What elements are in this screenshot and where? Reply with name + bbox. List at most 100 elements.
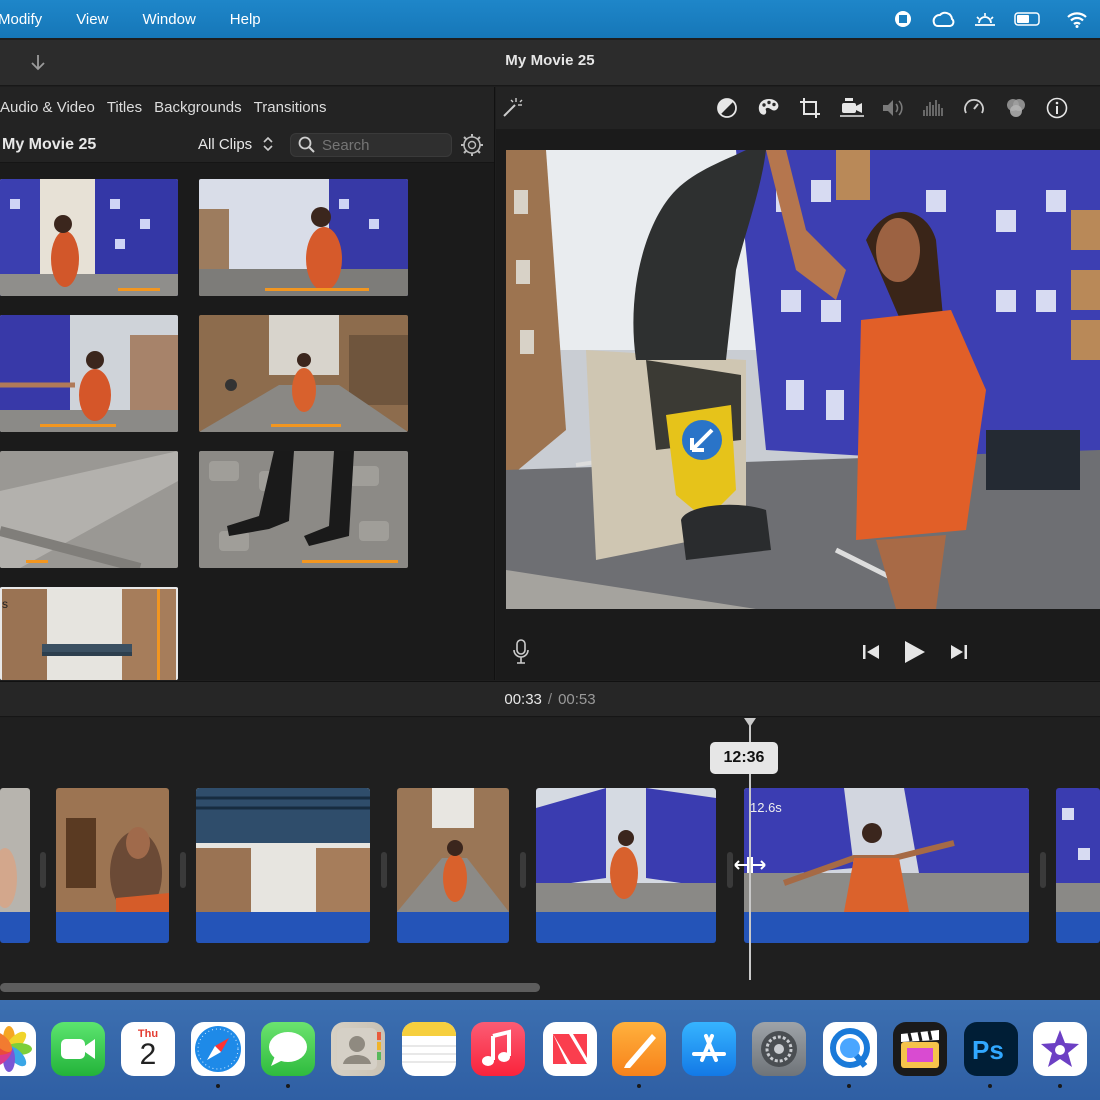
noise-reduction-icon[interactable]: [921, 96, 945, 120]
clip-filter-dropdown[interactable]: All Clips: [198, 136, 274, 153]
clip-thumbnail[interactable]: [199, 315, 408, 432]
volume-icon[interactable]: [880, 96, 904, 120]
used-range-bar: [302, 560, 398, 563]
clip-image: [0, 788, 30, 912]
dock-messages[interactable]: [261, 1022, 315, 1076]
timeline-clip[interactable]: [196, 788, 370, 943]
gear-icon[interactable]: [460, 133, 484, 157]
timeline-clip[interactable]: [536, 788, 716, 943]
timeline-clip[interactable]: [1056, 788, 1100, 943]
color-balance-icon[interactable]: [715, 96, 739, 120]
dock-contacts[interactable]: [331, 1022, 385, 1076]
browser-tabs: Audio & Video Titles Backgrounds Transit…: [0, 87, 494, 127]
screen-record-icon[interactable]: [890, 9, 916, 29]
magic-wand-icon[interactable]: [500, 96, 524, 120]
speed-icon[interactable]: [962, 96, 986, 120]
skip-forward-icon[interactable]: [948, 643, 968, 661]
dock-news[interactable]: [543, 1022, 597, 1076]
clip-image: [56, 788, 169, 912]
menu-modify[interactable]: Modify: [0, 11, 42, 28]
clip-image: [0, 451, 178, 568]
used-range-bar: [118, 288, 160, 291]
dock-facetime[interactable]: [51, 1022, 105, 1076]
running-indicator: [637, 1084, 641, 1088]
total-duration: 00:53: [558, 691, 596, 708]
wifi-icon[interactable]: [1064, 9, 1090, 29]
play-icon[interactable]: [902, 639, 928, 665]
app-store-icon: [692, 1034, 726, 1062]
microphone-icon[interactable]: [512, 639, 530, 665]
running-indicator: [286, 1084, 290, 1088]
dock-safari[interactable]: [191, 1022, 245, 1076]
battery-icon[interactable]: [1014, 9, 1040, 29]
transition-handle[interactable]: [180, 852, 186, 888]
clip-badge: s: [2, 597, 8, 611]
menu-window[interactable]: Window: [142, 11, 195, 28]
tab-audio-video[interactable]: Audio & Video: [0, 99, 95, 116]
speech-bubble-icon: [269, 1032, 307, 1066]
time-separator: /: [547, 691, 553, 708]
playhead-time-label: 12:36: [710, 742, 778, 774]
search-field[interactable]: [290, 133, 452, 157]
clip-thumbnail[interactable]: [0, 451, 178, 568]
color-correction-icon[interactable]: [756, 96, 780, 120]
clip-length-label: 12.6s: [750, 800, 782, 815]
window-title: My Movie 25: [505, 52, 595, 69]
dock-music[interactable]: [471, 1022, 525, 1076]
clip-image: [1056, 788, 1100, 912]
running-indicator: [847, 1084, 851, 1088]
dock-photos[interactable]: [0, 1022, 36, 1076]
video-preview[interactable]: [506, 150, 1100, 609]
timeline-clip[interactable]: [56, 788, 169, 943]
timeline[interactable]: 12.6s 12:36: [0, 718, 1100, 1000]
clip-filter-icon[interactable]: [1004, 96, 1028, 120]
library-name: My Movie 25: [2, 135, 97, 153]
skip-back-icon[interactable]: [862, 643, 882, 661]
tab-titles[interactable]: Titles: [107, 99, 142, 116]
transition-handle[interactable]: [40, 852, 46, 888]
menu-help[interactable]: Help: [230, 11, 261, 28]
timeline-clip[interactable]: [0, 788, 30, 943]
playhead-marker[interactable]: [744, 718, 756, 727]
audio-waveform: [397, 912, 509, 943]
clip-thumbnail[interactable]: s: [0, 587, 178, 680]
creative-cloud-icon[interactable]: [930, 9, 956, 29]
transition-handle[interactable]: [1040, 852, 1046, 888]
clip-thumbnail[interactable]: [199, 451, 408, 568]
dock-photoshop[interactable]: Ps: [964, 1022, 1018, 1076]
dock-imovie[interactable]: [1033, 1022, 1087, 1076]
dock-notes[interactable]: [402, 1022, 456, 1076]
clip-image: [744, 788, 1029, 912]
transition-handle[interactable]: [520, 852, 526, 888]
info-icon[interactable]: [1045, 96, 1069, 120]
menu-view[interactable]: View: [76, 11, 108, 28]
brightness-icon[interactable]: [972, 9, 998, 29]
timeline-clip-selected[interactable]: [744, 788, 1029, 943]
clip-image: [199, 315, 408, 432]
window-toolbar: My Movie 25: [0, 40, 1100, 86]
dock-calendar[interactable]: Thu 2: [121, 1022, 175, 1076]
photos-icon: [0, 1026, 32, 1072]
tab-transitions[interactable]: Transitions: [254, 99, 327, 116]
timeline-scrollbar[interactable]: [0, 983, 540, 992]
clip-image: [199, 179, 408, 296]
stabilization-icon[interactable]: [839, 96, 864, 120]
menu-bar: Modify View Window Help: [0, 0, 1100, 38]
crop-icon[interactable]: [798, 96, 822, 120]
clip-thumbnail[interactable]: [0, 315, 178, 432]
dock-final-cut-pro[interactable]: [893, 1022, 947, 1076]
dock-quicktime[interactable]: [823, 1022, 877, 1076]
clapperboard-icon: [901, 1030, 939, 1068]
dock-pages[interactable]: [612, 1022, 666, 1076]
tab-backgrounds[interactable]: Backgrounds: [154, 99, 242, 116]
dock-app-store[interactable]: [682, 1022, 736, 1076]
dock-system-settings[interactable]: [752, 1022, 806, 1076]
chevron-updown-icon: [263, 136, 273, 152]
timeline-clip[interactable]: [397, 788, 509, 943]
audio-waveform: [744, 912, 1029, 943]
clip-thumbnail[interactable]: [199, 179, 408, 296]
playback-controls: [496, 627, 1100, 677]
clip-thumbnail[interactable]: [0, 179, 178, 296]
transition-handle[interactable]: [381, 852, 387, 888]
search-input[interactable]: [322, 136, 442, 154]
